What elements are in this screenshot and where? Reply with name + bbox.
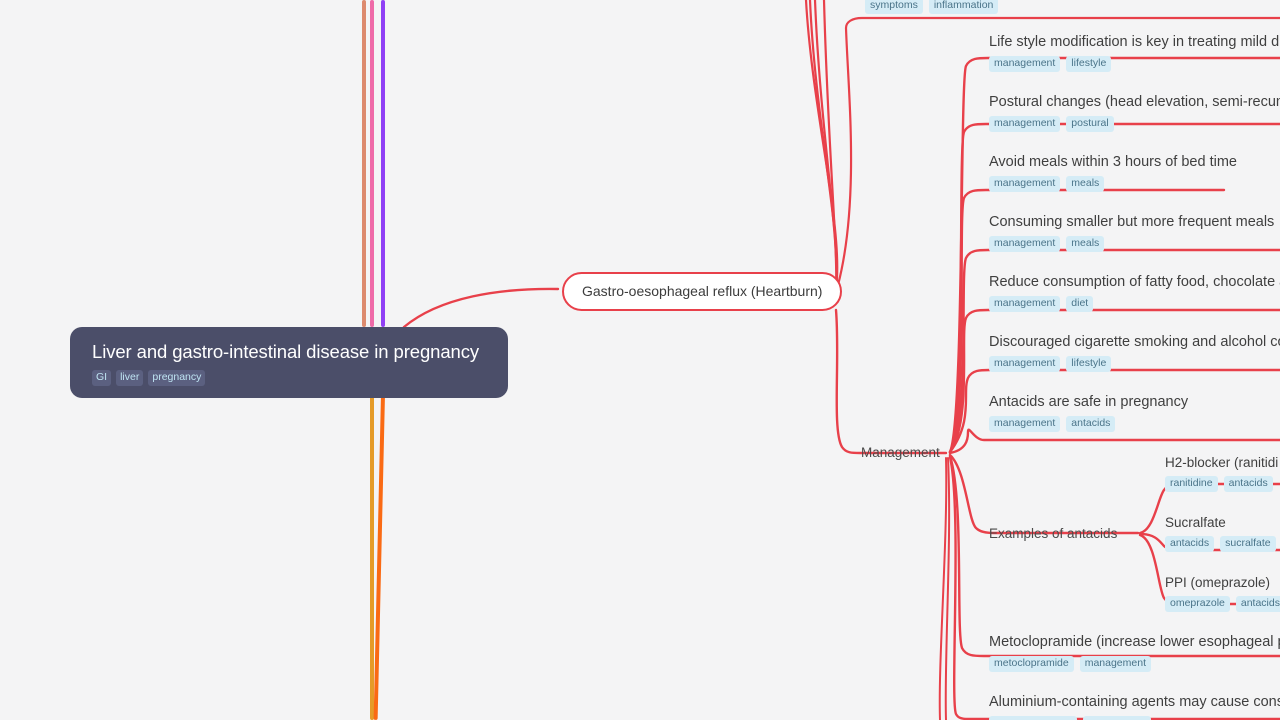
leaf-discourage-smoking-alcohol[interactable]: Discouraged cigarette smoking and alcoho… (989, 333, 1280, 372)
tag[interactable]: management (1079, 656, 1151, 672)
leaf-tags: antacids sucralfate (1165, 536, 1276, 552)
strand-amber (370, 394, 374, 720)
mindmap-canvas[interactable]: symptoms inflammation Liver and gastro-i… (0, 0, 1280, 720)
leaf-tags (989, 716, 1280, 720)
leaf-tags: management meals (989, 176, 1237, 192)
tag[interactable] (989, 716, 1077, 720)
leaf-tags: management meals (989, 236, 1274, 252)
leaf-ppi-omeprazole[interactable]: PPI (omeprazole) omeprazole antacids (1165, 574, 1280, 612)
leaf-tags: metoclopramide management (989, 656, 1280, 672)
tag[interactable]: management (989, 56, 1061, 72)
leaf-title: Reduce consumption of fatty food, chocol… (989, 274, 1280, 290)
tag[interactable] (1083, 716, 1151, 720)
leaf-tags: management lifestyle (989, 56, 1280, 72)
leaf-tags: management postural (989, 116, 1280, 132)
tag[interactable]: management (989, 296, 1061, 312)
root-node-title: Liver and gastro-intestinal disease in p… (92, 341, 480, 362)
leaf-title: Consuming smaller but more frequent meal… (989, 214, 1275, 230)
tag[interactable]: management (989, 356, 1061, 372)
root-node[interactable]: Liver and gastro-intestinal disease in p… (70, 327, 508, 398)
tag[interactable]: meals (1066, 176, 1105, 192)
tag[interactable]: sucralfate (1220, 536, 1276, 552)
leaf-aluminium-constipation[interactable]: Aluminium-containing agents may cause co… (989, 693, 1280, 720)
tag[interactable]: lifestyle (1066, 356, 1112, 372)
leaf-tags: ranitidine antacids (1165, 476, 1278, 492)
tag[interactable]: antacids (1066, 416, 1116, 432)
leaf-tags: management antacids (989, 416, 1188, 432)
leaf-title: Postural changes (head elevation, semi-r… (989, 94, 1280, 110)
leaf-title: Antacids are safe in pregnancy (989, 394, 1189, 410)
tag[interactable]: ranitidine (1165, 476, 1218, 492)
root-node-tags: GI liver pregnancy (92, 370, 486, 386)
leaf-title: PPI (omeprazole) (1165, 575, 1271, 590)
leaf-h2-blocker[interactable]: H2-blocker (ranitidi ranitidine antacids (1165, 454, 1278, 492)
subtopic-node-management[interactable]: Management (861, 444, 940, 462)
leaf-smaller-frequent-meals[interactable]: Consuming smaller but more frequent meal… (989, 213, 1274, 252)
leaf-title: Aluminium-containing agents may cause co… (989, 694, 1280, 710)
tag[interactable]: symptoms (865, 0, 923, 14)
leaf-tags: omeprazole antacids (1165, 596, 1280, 612)
topic-node-reflux[interactable]: Gastro-oesophageal reflux (Heartburn) (562, 272, 843, 311)
leaf-title: Life style modification is key in treati… (989, 34, 1280, 50)
tag[interactable]: antacids (1165, 536, 1215, 552)
subtopic-node-label: Management (861, 445, 940, 460)
tag-pregnancy[interactable]: pregnancy (148, 370, 206, 386)
leaf-title: Discouraged cigarette smoking and alcoho… (989, 334, 1280, 350)
leaf-title: Metoclopramide (increase lower esophagea… (989, 634, 1280, 650)
leaf-sucralfate[interactable]: Sucralfate antacids sucralfate (1165, 514, 1276, 552)
leaf-tags: management diet (989, 296, 1280, 312)
leaf-metoclopramide[interactable]: Metoclopramide (increase lower esophagea… (989, 633, 1280, 672)
tag[interactable]: lifestyle (1066, 56, 1112, 72)
tag[interactable]: inflammation (928, 0, 999, 14)
tag[interactable]: management (989, 176, 1061, 192)
tag[interactable]: postural (1066, 116, 1114, 132)
leaf-title: Avoid meals within 3 hours of bed time (989, 154, 1237, 170)
tag-gi[interactable]: GI (92, 370, 112, 386)
strand-salmon (362, 0, 366, 327)
tag[interactable]: management (989, 416, 1061, 432)
leaf-title: Sucralfate (1165, 515, 1226, 530)
leaf-title: H2-blocker (ranitidi (1165, 455, 1279, 470)
group-node-label: Examples of antacids (989, 526, 1118, 541)
strand-purple (381, 0, 385, 327)
tag[interactable]: management (989, 116, 1061, 132)
leaf-tags: management lifestyle (989, 356, 1280, 372)
leaf-antacids-safe[interactable]: Antacids are safe in pregnancy managemen… (989, 393, 1188, 432)
tag[interactable]: management (989, 236, 1061, 252)
leaf-tags: symptoms inflammation (865, 0, 999, 14)
tag[interactable]: metoclopramide (989, 656, 1074, 672)
strand-pink (370, 0, 374, 327)
tag[interactable]: antacids (1223, 476, 1273, 492)
topic-node-label: Gastro-oesophageal reflux (Heartburn) (582, 283, 823, 299)
clipped-top-tags: symptoms inflammation (865, 0, 999, 14)
tag[interactable]: antacids (1235, 596, 1280, 612)
leaf-lifestyle-modification[interactable]: Life style modification is key in treati… (989, 33, 1280, 72)
strand-orange (373, 393, 385, 720)
group-node-antacid-examples[interactable]: Examples of antacids (989, 525, 1117, 543)
tag-liver[interactable]: liver (116, 370, 144, 386)
tag[interactable]: meals (1066, 236, 1105, 252)
leaf-avoid-meals[interactable]: Avoid meals within 3 hours of bed time m… (989, 153, 1237, 192)
leaf-postural-changes[interactable]: Postural changes (head elevation, semi-r… (989, 93, 1280, 132)
leaf-reduce-fatty-food[interactable]: Reduce consumption of fatty food, chocol… (989, 273, 1280, 312)
tag[interactable]: omeprazole (1165, 596, 1230, 612)
tag[interactable]: diet (1066, 296, 1094, 312)
